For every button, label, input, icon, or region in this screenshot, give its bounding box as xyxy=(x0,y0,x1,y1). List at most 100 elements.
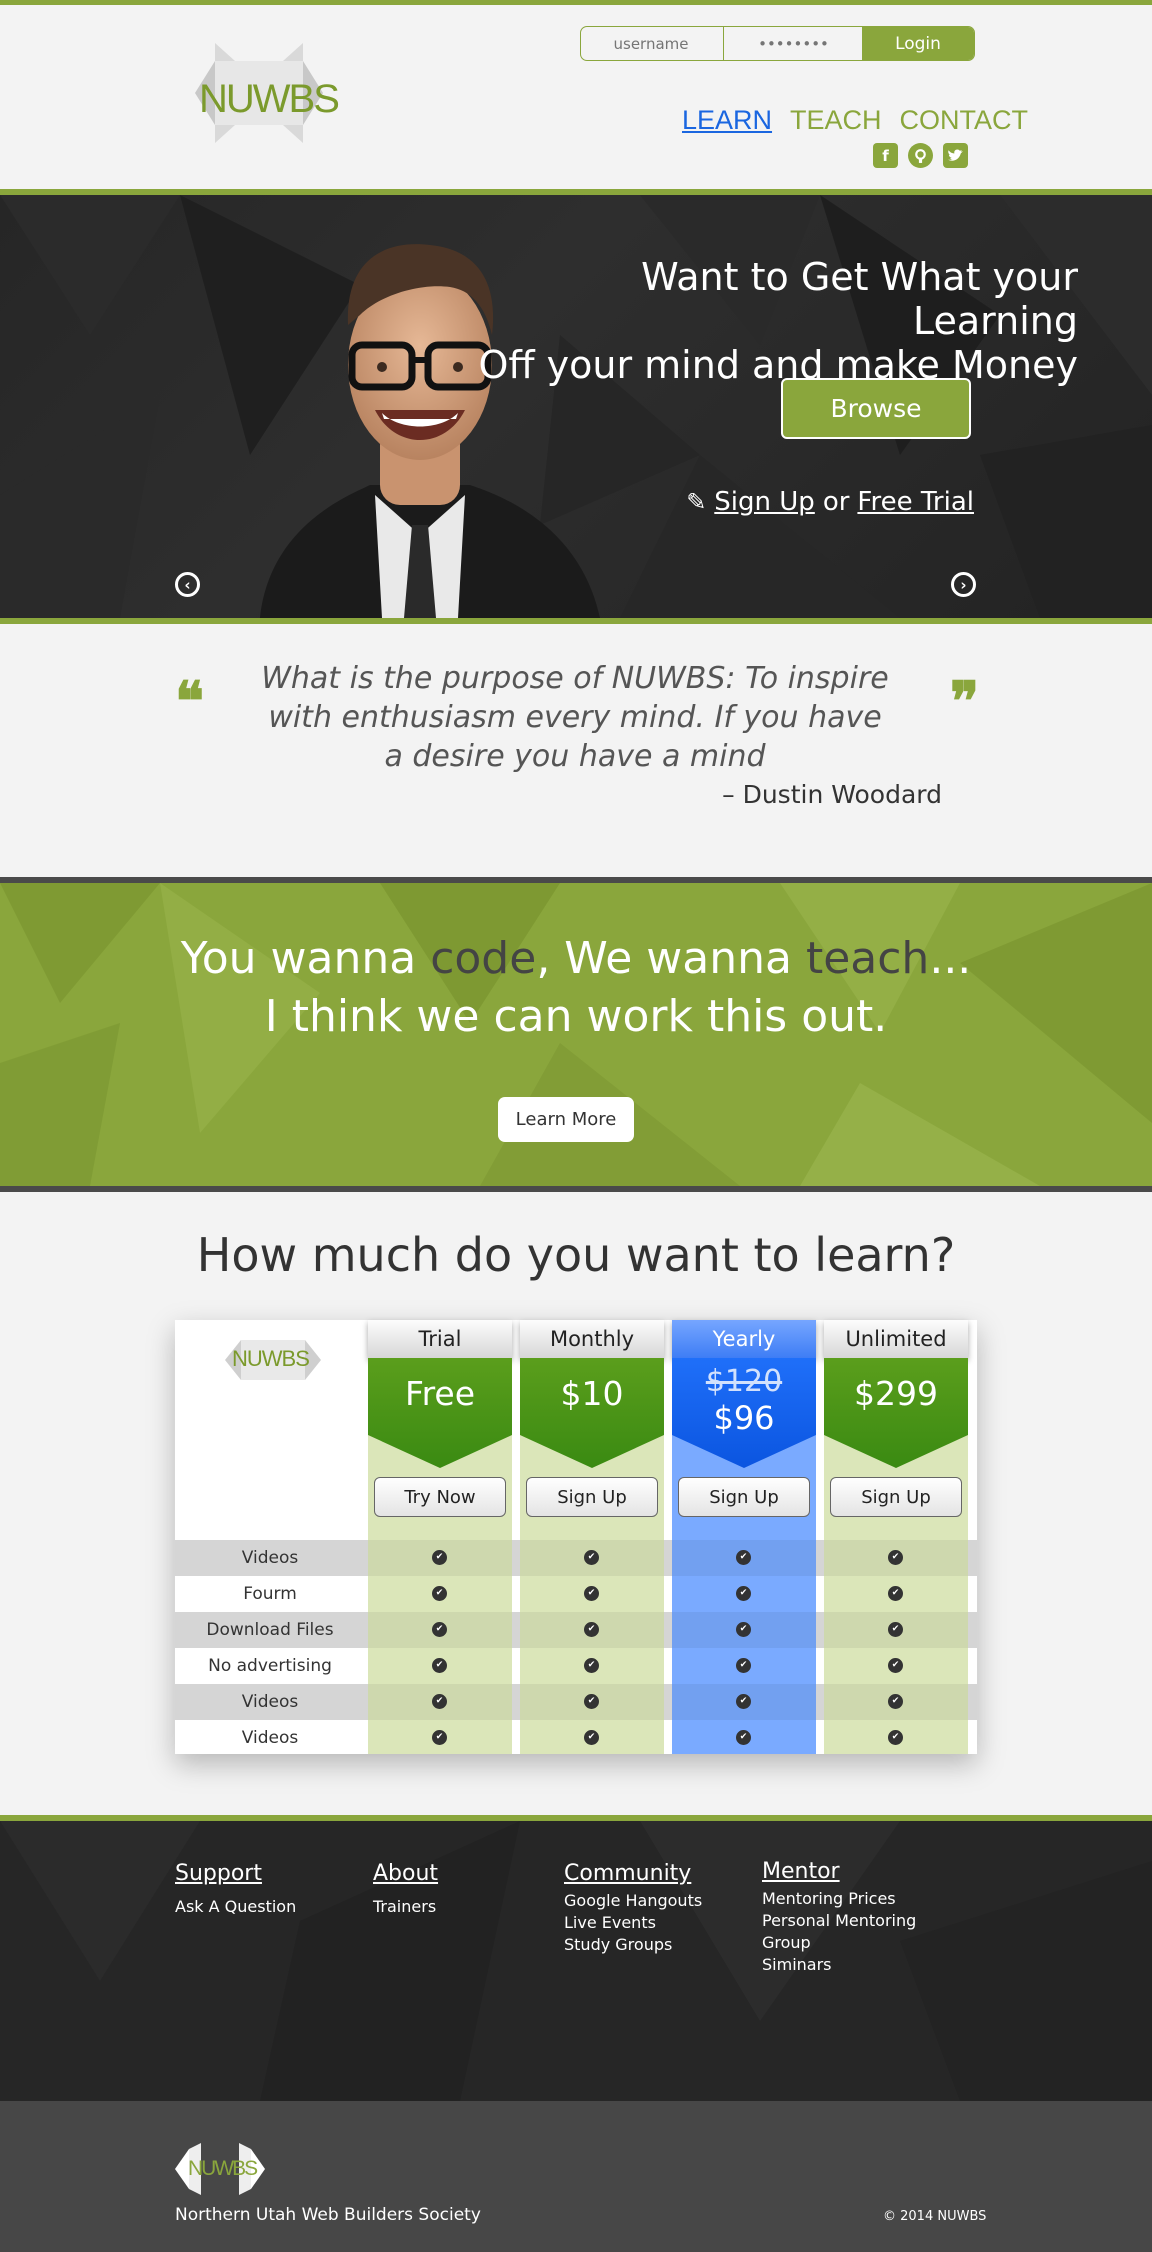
check-icon: ✔ xyxy=(736,1730,751,1745)
close-quote-icon: ❞ xyxy=(950,669,980,733)
free-trial-link[interactable]: Free Trial xyxy=(857,487,974,517)
banner-teach-word: teach xyxy=(805,933,930,984)
hero-title-line-1: Want to Get What your Learning xyxy=(641,255,1078,343)
learn-more-button[interactable]: Learn More xyxy=(498,1097,634,1142)
browse-button[interactable]: Browse xyxy=(781,378,971,439)
feature-label: Videos xyxy=(241,1692,299,1712)
check-icon: ✔ xyxy=(888,1586,903,1601)
hero-slider: Want to Get What your Learning Off your … xyxy=(0,195,1152,618)
check-icon: ✔ xyxy=(888,1694,903,1709)
banner-bottom-border xyxy=(0,1186,1152,1192)
try-now-button[interactable]: Try Now xyxy=(374,1477,506,1517)
check-icon: ✔ xyxy=(888,1730,903,1745)
pricing-table: NUWBS Trial Free Try Now Monthly $10 Sig… xyxy=(175,1320,977,1754)
arrow-left-icon[interactable]: ‹ xyxy=(175,572,200,597)
quote-section: ❝ ❞ What is the purpose of NUWBS: To ins… xyxy=(0,624,1152,877)
footer: Support Ask A Question About Trainers Co… xyxy=(0,1821,1152,2101)
quote-text: What is the purpose of NUWBS: To inspire… xyxy=(261,661,889,774)
check-icon: ✔ xyxy=(584,1550,599,1565)
footer-col-community: Community Google Hangouts Live Events St… xyxy=(564,1861,702,1956)
twitter-icon[interactable] xyxy=(943,143,968,168)
footer-logo-text: NUWBS xyxy=(188,2157,258,2180)
site-header: NUWBS Login LEARN TEACH CONTACT f xyxy=(0,5,1152,189)
check-icon: ✔ xyxy=(584,1694,599,1709)
quote-author: – Dustin Woodard xyxy=(722,780,942,809)
price-badge: $120 $96 xyxy=(672,1358,816,1468)
feature-label: Download Files xyxy=(206,1620,334,1640)
open-quote-icon: ❝ xyxy=(175,669,205,733)
banner-code-word: code xyxy=(430,933,537,984)
footer-link[interactable]: Group xyxy=(762,1932,916,1954)
check-icon: ✔ xyxy=(736,1658,751,1673)
password-input[interactable] xyxy=(723,27,863,60)
check-icon: ✔ xyxy=(736,1694,751,1709)
footer-heading[interactable]: Support xyxy=(175,1861,296,1886)
signup-monthly-button[interactable]: Sign Up xyxy=(526,1477,658,1517)
feature-label: No advertising xyxy=(208,1656,332,1676)
feature-label: Videos xyxy=(241,1728,299,1748)
banner-text-3: ... xyxy=(929,933,972,984)
ticket-icon: ✎ xyxy=(686,488,707,516)
facebook-icon[interactable]: f xyxy=(873,143,898,168)
footer-bottom: NUWBS Northern Utah Web Builders Society… xyxy=(0,2101,1152,2252)
footer-heading[interactable]: Mentor xyxy=(762,1859,916,1884)
footer-col-about: About Trainers xyxy=(373,1861,438,1918)
footer-link[interactable]: Ask A Question xyxy=(175,1896,296,1918)
price-badge: $299 xyxy=(824,1358,968,1468)
price-badge: Free xyxy=(368,1358,512,1468)
society-name: Northern Utah Web Builders Society xyxy=(175,2205,481,2225)
cta-banner: You wanna code, We wanna teach... I thin… xyxy=(0,883,1152,1186)
login-form: Login xyxy=(580,26,975,61)
check-icon: ✔ xyxy=(432,1622,447,1637)
nav-contact[interactable]: CONTACT xyxy=(900,105,1029,136)
footer-heading[interactable]: About xyxy=(373,1861,438,1886)
check-icon: ✔ xyxy=(888,1622,903,1637)
main-nav: LEARN TEACH CONTACT xyxy=(682,105,1028,136)
signup-link[interactable]: Sign Up xyxy=(714,487,815,517)
username-input[interactable] xyxy=(581,27,721,60)
check-icon: ✔ xyxy=(584,1658,599,1673)
footer-link[interactable]: Google Hangouts xyxy=(564,1890,702,1912)
banner-headline-2: I think we can work this out. xyxy=(264,991,888,1042)
logo-text-wrap: NUWBS xyxy=(175,43,343,143)
social-links: f xyxy=(873,143,968,168)
footer-link[interactable]: Siminars xyxy=(762,1954,916,1976)
banner-headline-1: You wanna code, We wanna teach... xyxy=(0,933,1152,984)
pricing-title: How much do you want to learn? xyxy=(196,1228,956,1282)
feature-label: Videos xyxy=(241,1548,299,1568)
old-price: $120 xyxy=(705,1364,783,1399)
check-icon: ✔ xyxy=(432,1658,447,1673)
nav-teach[interactable]: TEACH xyxy=(790,105,882,136)
check-icon: ✔ xyxy=(888,1550,903,1565)
feature-label: Fourm xyxy=(243,1584,297,1604)
logo-text: NUWBS xyxy=(199,77,340,121)
check-icon: ✔ xyxy=(432,1730,447,1745)
footer-link[interactable]: Study Groups xyxy=(564,1934,702,1956)
check-icon: ✔ xyxy=(888,1658,903,1673)
check-icon: ✔ xyxy=(432,1586,447,1601)
footer-link[interactable]: Trainers xyxy=(373,1896,438,1918)
check-icon: ✔ xyxy=(736,1622,751,1637)
github-icon[interactable] xyxy=(908,143,933,168)
copyright: © 2014 NUWBS xyxy=(883,2209,987,2224)
check-icon: ✔ xyxy=(584,1586,599,1601)
check-icon: ✔ xyxy=(432,1694,447,1709)
footer-link[interactable]: Mentoring Prices xyxy=(762,1888,916,1910)
login-button[interactable]: Login xyxy=(862,27,974,60)
plan-price: Free xyxy=(404,1374,476,1413)
signup-unlimited-button[interactable]: Sign Up xyxy=(830,1477,962,1517)
check-icon: ✔ xyxy=(736,1586,751,1601)
footer-link[interactable]: Live Events xyxy=(564,1912,702,1934)
arrow-right-icon[interactable]: › xyxy=(951,572,976,597)
plan-name: Monthly xyxy=(520,1320,664,1358)
plan-name: Yearly xyxy=(672,1320,816,1358)
plan-price: $10 xyxy=(560,1374,624,1413)
nav-learn[interactable]: LEARN xyxy=(682,105,772,136)
hero-title: Want to Get What your Learning Off your … xyxy=(478,255,1078,387)
footer-link[interactable]: Personal Mentoring xyxy=(762,1910,916,1932)
banner-text-2: , We wanna xyxy=(536,933,806,984)
signup-yearly-button[interactable]: Sign Up xyxy=(678,1477,810,1517)
banner-text-1: You wanna xyxy=(180,933,431,984)
footer-heading[interactable]: Community xyxy=(564,1861,702,1886)
check-icon: ✔ xyxy=(736,1550,751,1565)
